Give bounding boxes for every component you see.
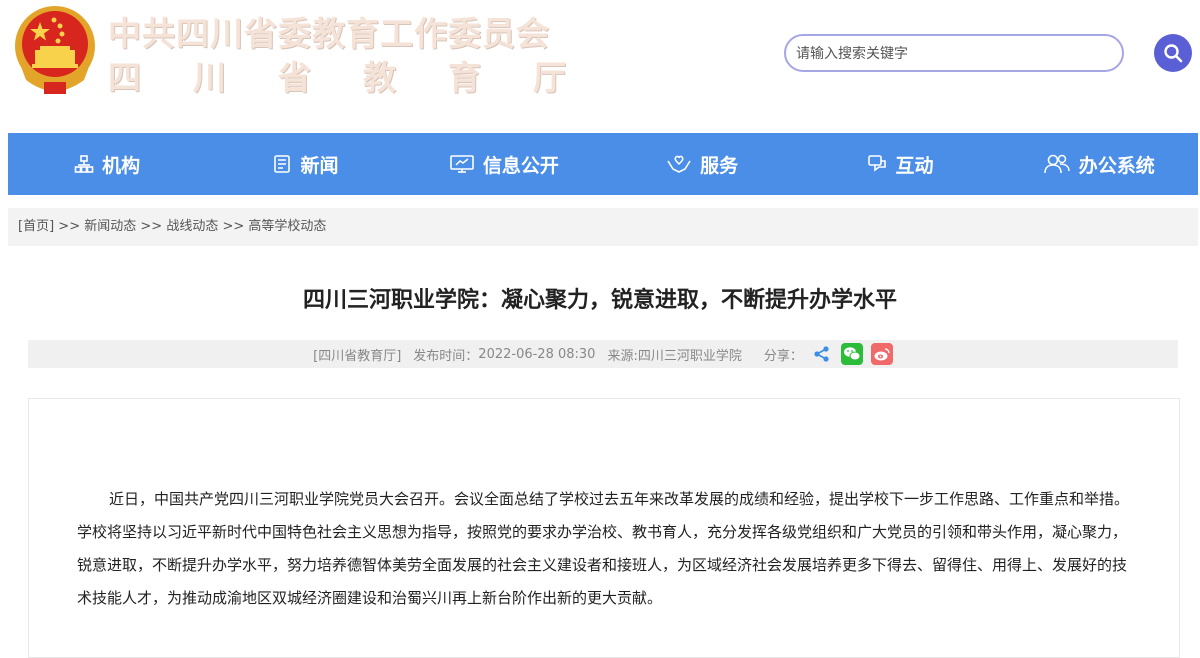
breadcrumb-separator: >> — [222, 219, 245, 234]
share-button[interactable] — [811, 343, 833, 365]
nav-label: 服务 — [700, 154, 739, 177]
monitor-icon — [450, 155, 474, 173]
site-name-line2: 四川省教育厅 — [108, 58, 618, 97]
nav-label: 机构 — [102, 154, 141, 177]
article-body: 近日，中国共产党四川三河职业学院党员大会召开。会议全面总结了学校过去五年来改革发… — [77, 490, 1130, 607]
wechat-icon — [843, 347, 861, 361]
org-icon — [74, 155, 94, 173]
nav-label: 信息公开 — [482, 154, 559, 177]
share-label: 分享： — [763, 348, 803, 364]
chat-icon — [868, 155, 887, 172]
search-box — [784, 34, 1124, 72]
site-name: 中共四川省委教育工作委员会 四川省教育厅 — [108, 14, 618, 98]
header: 中共四川省委教育工作委员会 四川省教育厅 — [0, 0, 1200, 132]
nav-item-news[interactable]: 新闻 — [206, 151, 404, 178]
nav-item-info-public[interactable]: 信息公开 — [405, 151, 603, 178]
source-org: [四川省教育厅] — [313, 348, 402, 364]
breadcrumb-higher-ed[interactable]: 高等学校动态 — [248, 219, 326, 234]
article-source: 来源:四川三河职业学院 — [607, 348, 742, 364]
breadcrumb-separator: >> — [58, 219, 81, 234]
weibo-icon — [874, 348, 890, 361]
users-icon — [1043, 154, 1070, 174]
breadcrumb: [首页] >> 新闻动态 >> 战线动态 >> 高等学校动态 — [8, 208, 1198, 246]
breadcrumb-news[interactable]: 新闻动态 — [84, 219, 136, 234]
nav-item-interact[interactable]: 互动 — [801, 151, 999, 178]
weibo-share-button[interactable] — [870, 343, 893, 365]
share-icon — [814, 346, 829, 362]
nav-item-service[interactable]: 服务 — [603, 151, 801, 178]
breadcrumb-separator: >> — [140, 219, 163, 234]
breadcrumb-frontline[interactable]: 战线动态 — [166, 219, 218, 234]
publish-label: 发布时间： — [413, 348, 479, 364]
breadcrumb-home[interactable]: [首页] — [18, 219, 54, 234]
service-hands-icon — [667, 155, 691, 173]
news-icon — [274, 155, 291, 173]
search-button[interactable] — [1154, 34, 1192, 72]
article-meta: [四川省教育厅] 发布时间： 2022-06-28 08:30 来源:四川三河职… — [28, 340, 1178, 368]
nav-label: 办公系统 — [1078, 154, 1155, 177]
main-nav: 机构 新闻 信息公开 服务 互动 办公系统 — [8, 133, 1198, 195]
nav-item-org[interactable]: 机构 — [8, 151, 206, 178]
article-content: 近日，中国共产党四川三河职业学院党员大会召开。会议全面总结了学校过去五年来改革发… — [28, 398, 1180, 658]
article-title: 四川三河职业学院：凝心聚力，锐意进取，不断提升办学水平 — [302, 288, 897, 313]
nav-label: 互动 — [895, 154, 934, 177]
site-name-line1: 中共四川省委教育工作委员会 — [108, 14, 550, 53]
nav-label: 新闻 — [300, 154, 339, 177]
search-input[interactable] — [786, 36, 1122, 70]
wechat-share-button[interactable] — [840, 343, 863, 365]
national-emblem-icon — [15, 6, 95, 94]
nav-item-office[interactable]: 办公系统 — [1000, 151, 1198, 178]
search-icon — [1164, 44, 1183, 63]
publish-time: 2022-06-28 08:30 — [478, 346, 596, 362]
